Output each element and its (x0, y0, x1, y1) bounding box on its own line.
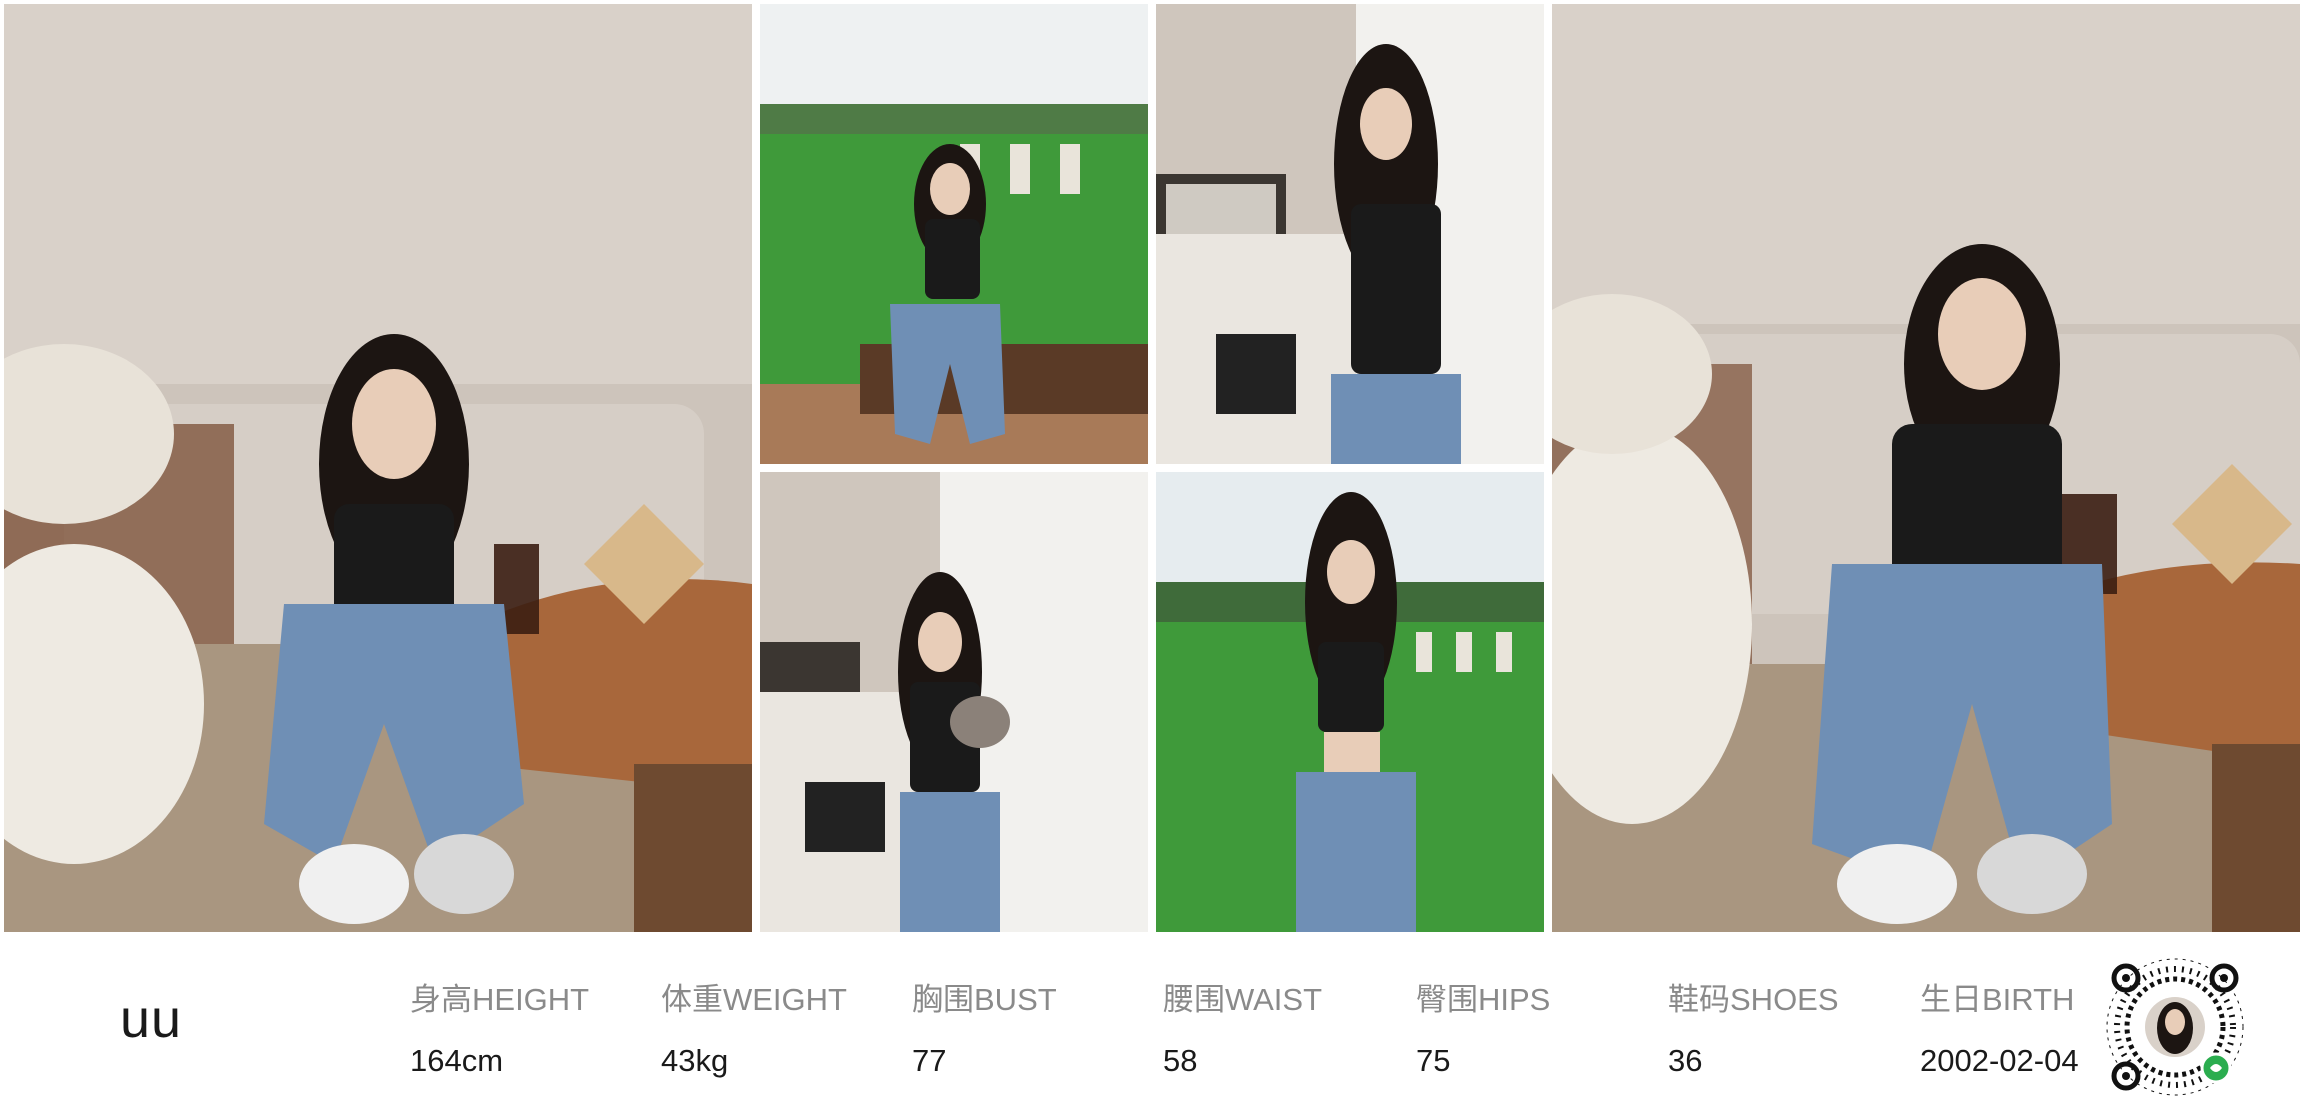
stat-birth: 生日BIRTH 2002-02-04 (1920, 974, 2079, 1079)
mini-program-qr-code[interactable] (2104, 956, 2246, 1098)
photo-ricefield-bench (760, 4, 1148, 464)
photo-sofa-seated-right (1552, 4, 2300, 932)
stat-value: 164cm (410, 1043, 504, 1078)
photo-window-standing (1156, 4, 1544, 464)
stat-value: 36 (1668, 1043, 1703, 1078)
stat-label: 胸围BUST (912, 982, 1057, 1017)
stat-label: 鞋码SHOES (1668, 982, 1839, 1017)
stat-value: 2002-02-04 (1920, 1043, 2079, 1078)
stat-value: 75 (1416, 1043, 1451, 1078)
photo-sofa-seated-left (4, 4, 752, 932)
model-info-bar: uu 身高HEIGHT 164cm 体重WEIGHT 43kg 胸围BUST 7… (0, 936, 2304, 1116)
stat-label: 身高HEIGHT (410, 982, 590, 1017)
stat-value: 77 (912, 1043, 947, 1078)
stat-bust: 胸围BUST 77 (912, 974, 1057, 1079)
stat-weight: 体重WEIGHT 43kg (661, 974, 847, 1079)
stat-value: 58 (1163, 1043, 1198, 1078)
stat-label: 腰围WAIST (1163, 982, 1323, 1017)
stat-label: 臀围HIPS (1416, 982, 1551, 1017)
photo-ricefield-standing (1156, 472, 1544, 932)
stat-value: 43kg (661, 1043, 729, 1078)
stat-label: 体重WEIGHT (661, 982, 847, 1017)
stat-waist: 腰围WAIST 58 (1163, 974, 1322, 1079)
model-name: uu (120, 989, 183, 1049)
stat-hips: 臀围HIPS 75 (1416, 974, 1550, 1079)
photo-window-cat (760, 472, 1148, 932)
stat-label: 生日BIRTH (1920, 982, 2075, 1017)
stat-height: 身高HEIGHT 164cm (410, 974, 589, 1079)
stat-shoes: 鞋码SHOES 36 (1668, 974, 1839, 1079)
